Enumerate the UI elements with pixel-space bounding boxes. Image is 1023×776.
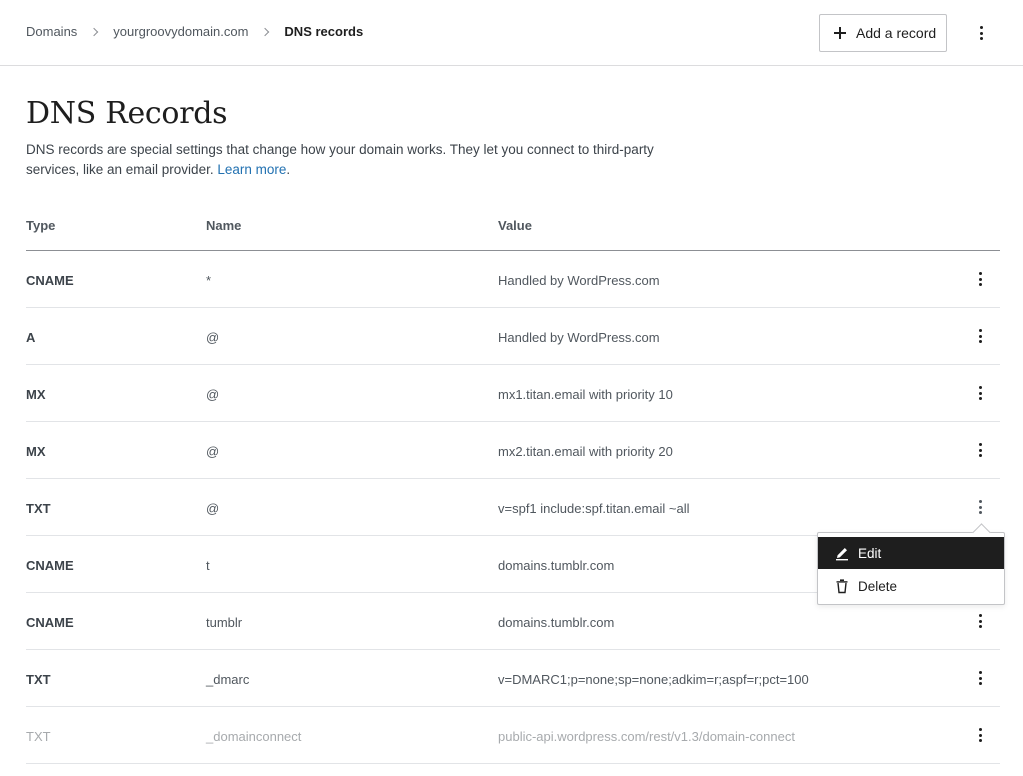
row-more-options-icon[interactable] [968, 324, 992, 348]
record-name: @ [206, 444, 220, 459]
row-more-options-icon[interactable] [968, 666, 992, 690]
table-row: TXT _dmarc v=DMARC1;p=none;sp=none;adkim… [26, 650, 1000, 707]
record-type: TXT [26, 672, 51, 687]
delete-label: Delete [858, 578, 898, 594]
description-period: . [286, 162, 291, 177]
edit-label: Edit [858, 545, 882, 561]
record-value: public-api.wordpress.com/rest/v1.3/domai… [498, 729, 795, 744]
header-name: Name [206, 218, 242, 233]
page-title: DNS Records [26, 96, 228, 131]
record-type: MX [26, 387, 46, 402]
record-type: CNAME [26, 273, 74, 288]
header-type: Type [26, 218, 56, 233]
record-value: Handled by WordPress.com [498, 330, 660, 345]
record-actions-menu: Edit Delete [817, 532, 1005, 605]
record-name: _dmarc [206, 672, 250, 687]
dns-records-table: Type Name Value CNAME * Handled by WordP… [26, 200, 1000, 764]
breadcrumb-domain[interactable]: yourgroovydomain.com [113, 24, 248, 39]
record-type: CNAME [26, 615, 74, 630]
record-type: CNAME [26, 558, 74, 573]
record-value: Handled by WordPress.com [498, 273, 660, 288]
record-name: tumblr [206, 615, 243, 630]
header-more-options-icon[interactable] [969, 21, 993, 45]
table-row: MX @ mx1.titan.email with priority 10 [26, 365, 1000, 422]
row-more-options-icon[interactable] [968, 723, 992, 747]
learn-more-link[interactable]: Learn more [217, 162, 286, 177]
record-value: v=spf1 include:spf.titan.email ~all [498, 501, 690, 516]
breadcrumb: Domains yourgroovydomain.com DNS records [26, 24, 363, 39]
record-value: mx2.titan.email with priority 20 [498, 444, 673, 459]
table-row: CNAME * Handled by WordPress.com [26, 251, 1000, 308]
record-name: @ [206, 387, 220, 402]
row-more-options-icon[interactable] [968, 609, 992, 633]
table-row: A @ Handled by WordPress.com [26, 308, 1000, 365]
table-row: MX @ mx2.titan.email with priority 20 [26, 422, 1000, 479]
record-name: * [206, 273, 212, 288]
row-more-options-icon[interactable] [968, 495, 992, 519]
record-value: mx1.titan.email with priority 10 [498, 387, 673, 402]
record-value: v=DMARC1;p=none;sp=none;adkim=r;aspf=r;p… [498, 672, 809, 687]
row-more-options-icon[interactable] [968, 267, 992, 291]
breadcrumb-domains[interactable]: Domains [26, 24, 77, 39]
record-type: A [26, 330, 36, 345]
record-type: TXT [26, 501, 51, 516]
chevron-right-icon [89, 26, 101, 38]
add-record-label: Add a record [856, 25, 937, 41]
page-description: DNS records are special settings that ch… [26, 140, 656, 180]
record-value: domains.tumblr.com [498, 615, 615, 630]
record-type: MX [26, 444, 46, 459]
header-value: Value [498, 218, 532, 233]
record-name: @ [206, 330, 220, 345]
record-value: domains.tumblr.com [498, 558, 615, 573]
record-type: TXT [26, 729, 51, 744]
description-text: DNS records are special settings that ch… [26, 142, 654, 177]
edit-menu-item[interactable]: Edit [818, 537, 1004, 569]
trash-icon [834, 578, 850, 594]
add-record-button[interactable]: Add a record [819, 14, 947, 52]
top-bar: Domains yourgroovydomain.com DNS records… [0, 0, 1023, 66]
row-more-options-icon[interactable] [968, 438, 992, 462]
table-row: TXT _domainconnect public-api.wordpress.… [26, 707, 1000, 764]
chevron-right-icon [260, 26, 272, 38]
plus-icon [834, 27, 846, 39]
delete-menu-item[interactable]: Delete [818, 570, 1004, 602]
row-more-options-icon[interactable] [968, 381, 992, 405]
table-header: Type Name Value [26, 200, 1000, 251]
pencil-icon [834, 545, 850, 561]
breadcrumb-dns-records: DNS records [284, 24, 364, 39]
record-name: t [206, 558, 210, 573]
table-row: TXT @ v=spf1 include:spf.titan.email ~al… [26, 479, 1000, 536]
record-name: @ [206, 501, 220, 516]
record-name: _domainconnect [206, 729, 302, 744]
